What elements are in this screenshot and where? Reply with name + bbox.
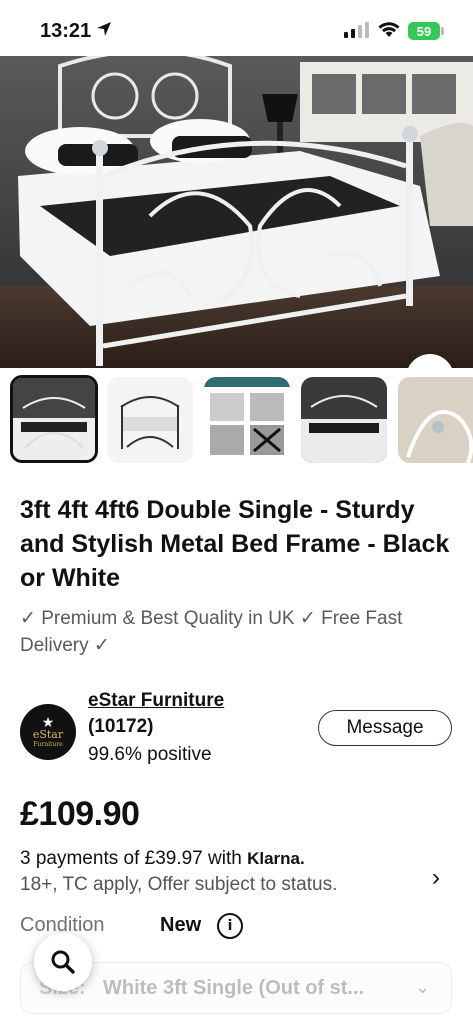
message-seller-button[interactable]: Message xyxy=(318,710,452,746)
seller-avatar[interactable]: ★ eStar Furniture xyxy=(20,704,76,760)
seller-logo-text: eStar xyxy=(32,728,64,741)
thumbnail-5[interactable] xyxy=(398,377,473,463)
battery-level: 59 xyxy=(416,23,432,39)
search-icon xyxy=(51,950,75,974)
product-main-image[interactable] xyxy=(0,56,473,368)
thumbnail-1[interactable] xyxy=(10,375,98,463)
condition-row: Condition New i xyxy=(20,913,460,944)
chevron-right-icon: › xyxy=(432,864,440,891)
item-price: £109.90 xyxy=(20,795,140,833)
status-time: 13:21 xyxy=(40,20,92,42)
star-icon: ★ xyxy=(41,714,55,730)
seller-logo-subtext: Furniture xyxy=(33,741,63,748)
klarna-logo: Klarna. xyxy=(247,849,305,868)
thumbnail-strip xyxy=(0,375,473,467)
seller-positive-feedback: 99.6% positive xyxy=(88,744,212,765)
thumbnail-2[interactable] xyxy=(107,377,193,463)
status-bar: 13:21 59 xyxy=(0,0,473,56)
installment-text: 3 payments of £39.97 with xyxy=(20,848,242,869)
seller-feedback-count: (10172) xyxy=(88,716,154,737)
battery-tip xyxy=(441,27,444,35)
installment-terms: 18+, TC apply, Offer subject to status. xyxy=(20,874,338,895)
installment-summary: 3 payments of £39.97 with Klarna. xyxy=(20,848,305,870)
signal-icon xyxy=(344,22,369,38)
thumbnail-3[interactable] xyxy=(204,377,290,463)
wifi-icon xyxy=(378,22,400,37)
heart-icon xyxy=(418,367,442,368)
seller-name-link[interactable]: eStar Furniture xyxy=(88,690,224,712)
listing-title: 3ft 4ft 4ft6 Double Single - Sturdy and … xyxy=(20,496,450,592)
seller-section: ★ eStar Furniture eStar Furniture (10172… xyxy=(20,688,452,772)
battery-indicator: 59 xyxy=(408,22,440,40)
condition-value: New xyxy=(160,914,202,936)
info-icon[interactable]: i xyxy=(217,913,243,939)
thumbnail-4[interactable] xyxy=(301,377,387,463)
search-button[interactable] xyxy=(34,933,92,991)
location-arrow-icon xyxy=(97,22,111,36)
listing-subtitle: ✓ Premium & Best Quality in UK ✓ Free Fa… xyxy=(20,608,403,656)
size-selected-value: White 3ft Single (Out of st... xyxy=(103,977,365,999)
chevron-down-icon: ⌄ xyxy=(415,977,431,997)
installment-offer[interactable]: 3 payments of £39.97 with Klarna. 18+, T… xyxy=(20,848,460,904)
